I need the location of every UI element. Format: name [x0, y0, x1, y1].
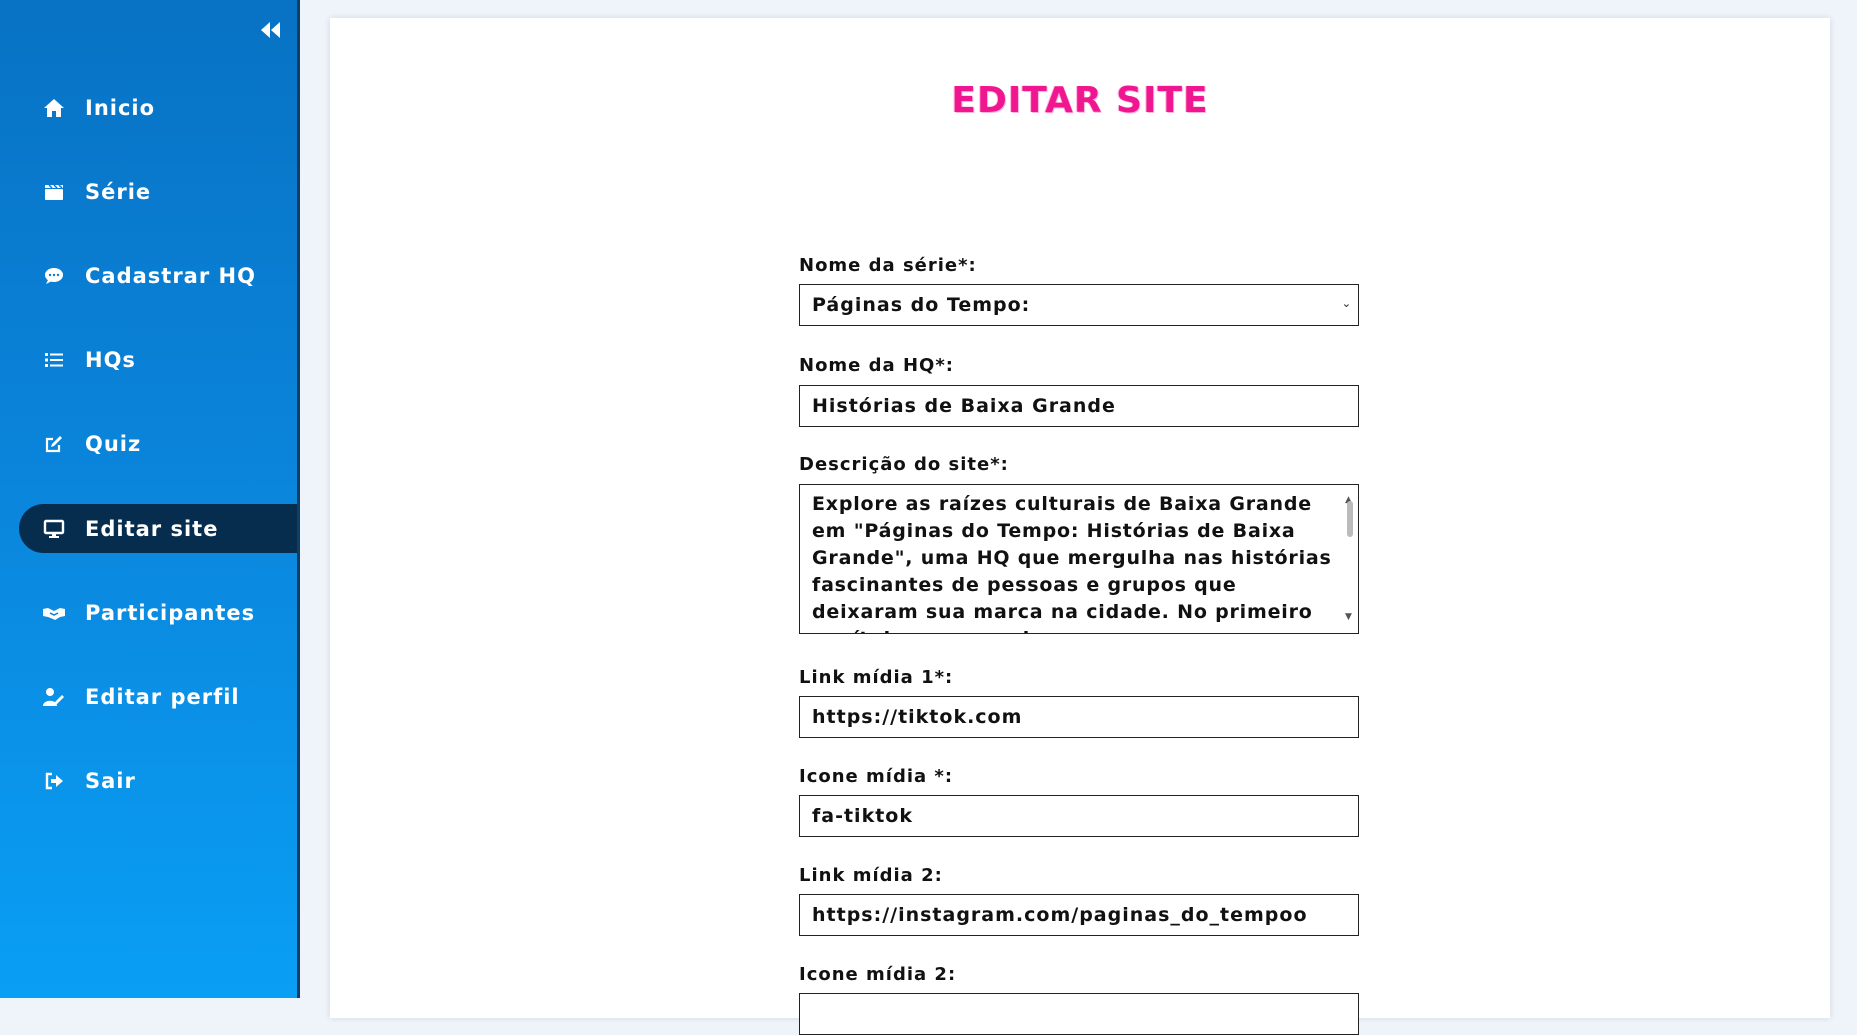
hq-input[interactable]: Histórias de Baixa Grande — [799, 385, 1359, 427]
serie-select[interactable]: Páginas do Tempo: ⌄ — [799, 284, 1359, 326]
page-title: EDITAR SITE — [951, 80, 1209, 121]
sidebar-item-quiz[interactable]: Quiz — [19, 419, 297, 468]
home-icon — [42, 96, 66, 120]
user-edit-icon — [42, 685, 66, 709]
sidebar-item-cadastrar-hq[interactable]: Cadastrar HQ — [19, 251, 297, 300]
sidebar-item-editar-site[interactable]: Editar site — [19, 504, 297, 553]
link1-label: Link mídia 1*: — [799, 667, 954, 688]
sidebar-item-label: Cadastrar HQ — [85, 263, 256, 288]
descricao-label: Descrição do site*: — [799, 454, 1009, 475]
sidebar-item-label: Quiz — [85, 431, 142, 456]
link2-input[interactable]: https://instagram.com/paginas_do_tempoo — [799, 894, 1359, 936]
sidebar-item-label: HQs — [85, 347, 136, 372]
sidebar-item-label: Participantes — [85, 600, 256, 625]
icone1-label: Icone mídia *: — [799, 766, 954, 787]
sidebar-item-label: Sair — [85, 768, 136, 793]
sidebar-item-hqs[interactable]: HQs — [19, 335, 297, 384]
hq-label: Nome da HQ*: — [799, 355, 954, 376]
sidebar-item-label: Editar site — [85, 516, 219, 541]
sidebar-divider — [297, 0, 300, 998]
icone2-input[interactable] — [799, 993, 1359, 1035]
link2-label: Link mídia 2: — [799, 865, 943, 886]
sidebar-item-label: Inicio — [85, 95, 156, 120]
serie-label: Nome da série*: — [799, 255, 977, 276]
handshake-icon — [42, 601, 66, 625]
textarea-scrollbar[interactable]: ▲ ▼ — [1344, 487, 1356, 631]
descricao-text: Explore as raízes culturais de Baixa Gra… — [812, 493, 1332, 633]
serie-select-value: Páginas do Tempo: — [812, 294, 1031, 316]
main-card: EDITAR SITE Nome da série*: Páginas do T… — [330, 18, 1830, 1035]
sidebar-item-participantes[interactable]: Participantes — [19, 588, 297, 637]
icone1-input[interactable]: fa-tiktok — [799, 795, 1359, 837]
scrollbar-thumb[interactable] — [1347, 501, 1353, 537]
sidebar-item-serie[interactable]: Série — [19, 167, 297, 216]
speech-bubble-icon — [42, 264, 66, 288]
edit-icon — [42, 432, 66, 456]
sidebar-item-inicio[interactable]: Inicio — [19, 83, 297, 132]
sidebar-item-label: Série — [85, 179, 152, 204]
sidebar: Inicio Série Cadastrar HQ HQs Quiz Edita… — [0, 0, 297, 998]
icone2-label: Icone mídia 2: — [799, 964, 957, 985]
descricao-textarea[interactable]: Explore as raízes culturais de Baixa Gra… — [799, 484, 1359, 634]
sidebar-item-editar-perfil[interactable]: Editar perfil — [19, 672, 297, 721]
list-icon — [42, 348, 66, 372]
sidebar-item-sair[interactable]: Sair — [19, 756, 297, 805]
link1-input[interactable]: https://tiktok.com — [799, 696, 1359, 738]
sign-out-icon — [42, 769, 66, 793]
double-chevron-left-icon[interactable] — [258, 20, 284, 46]
clapperboard-icon — [42, 180, 66, 204]
scroll-down-icon[interactable]: ▼ — [1345, 604, 1353, 631]
sidebar-item-label: Editar perfil — [85, 684, 240, 709]
chevron-down-icon: ⌄ — [1341, 297, 1352, 310]
monitor-icon — [42, 517, 66, 541]
